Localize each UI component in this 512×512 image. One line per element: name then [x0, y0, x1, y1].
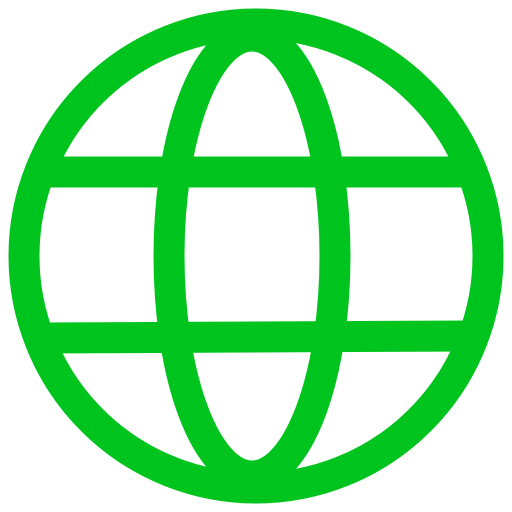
globe-outline [8, 8, 504, 504]
globe-latitude-lower [39, 320, 473, 354]
globe-meridian [153, 20, 351, 492]
globe-icon [8, 8, 504, 504]
icon-canvas [0, 0, 512, 512]
